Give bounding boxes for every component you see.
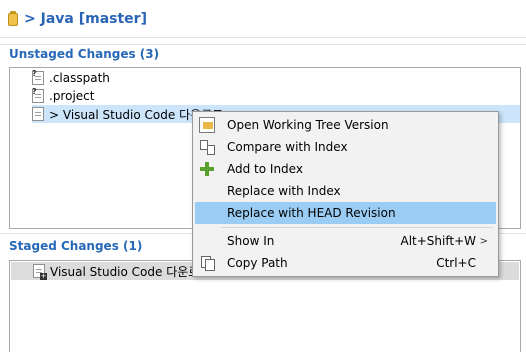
copy-icon bbox=[199, 255, 215, 271]
menu-open-working-tree-version[interactable]: Open Working Tree Version bbox=[195, 114, 496, 136]
submenu-arrow-icon: > bbox=[479, 235, 488, 247]
menu-item-label: Add to Index bbox=[227, 162, 303, 176]
menu-compare-with-index[interactable]: Compare with Index bbox=[195, 136, 496, 158]
unstaged-changes-title[interactable]: Unstaged Changes (3) bbox=[9, 47, 159, 61]
menu-replace-with-head-revision[interactable]: Replace with HEAD Revision bbox=[195, 202, 496, 224]
unstaged-item-label: .classpath bbox=[49, 71, 110, 85]
project-file-icon: ? bbox=[32, 87, 44, 103]
menu-add-to-index[interactable]: Add to Index bbox=[195, 158, 496, 180]
add-plus-icon bbox=[199, 161, 215, 177]
menu-copy-path[interactable]: Copy Path Ctrl+C bbox=[195, 252, 496, 274]
context-menu: Open Working Tree Version Compare with I… bbox=[192, 111, 499, 277]
text-file-icon bbox=[32, 107, 44, 121]
menu-item-label: Copy Path bbox=[227, 256, 288, 270]
staged-changes-title[interactable]: Staged Changes (1) bbox=[9, 239, 142, 253]
menu-item-label: Compare with Index bbox=[227, 140, 348, 154]
unstaged-item-label: .project bbox=[49, 89, 95, 103]
menu-accelerator: Ctrl+C bbox=[436, 256, 476, 270]
open-file-icon bbox=[199, 117, 215, 133]
section-divider bbox=[0, 44, 526, 45]
unstaged-item-classpath[interactable]: ? .classpath bbox=[32, 69, 212, 87]
unstaged-item-project[interactable]: ? .project bbox=[32, 87, 212, 105]
compare-icon bbox=[199, 139, 215, 155]
menu-separator bbox=[221, 227, 493, 228]
menu-replace-with-index[interactable]: Replace with Index bbox=[195, 180, 496, 202]
menu-accelerator: Alt+Shift+W bbox=[400, 234, 477, 248]
menu-show-in[interactable]: Show In Alt+Shift+W > bbox=[195, 230, 496, 252]
repository-header: > Java [master] bbox=[0, 0, 526, 38]
menu-item-label: Replace with HEAD Revision bbox=[227, 206, 396, 220]
menu-item-label: Open Working Tree Version bbox=[227, 118, 389, 132]
classpath-file-icon: ? bbox=[32, 69, 44, 85]
repository-icon bbox=[8, 11, 18, 26]
staged-item-label: Visual Studio Code 다운로드 bbox=[50, 264, 211, 279]
menu-item-label: Replace with Index bbox=[227, 184, 341, 198]
staged-file-icon: + bbox=[33, 264, 47, 280]
menu-item-label: Show In bbox=[227, 234, 275, 248]
repository-title: > Java [master] bbox=[24, 10, 147, 27]
